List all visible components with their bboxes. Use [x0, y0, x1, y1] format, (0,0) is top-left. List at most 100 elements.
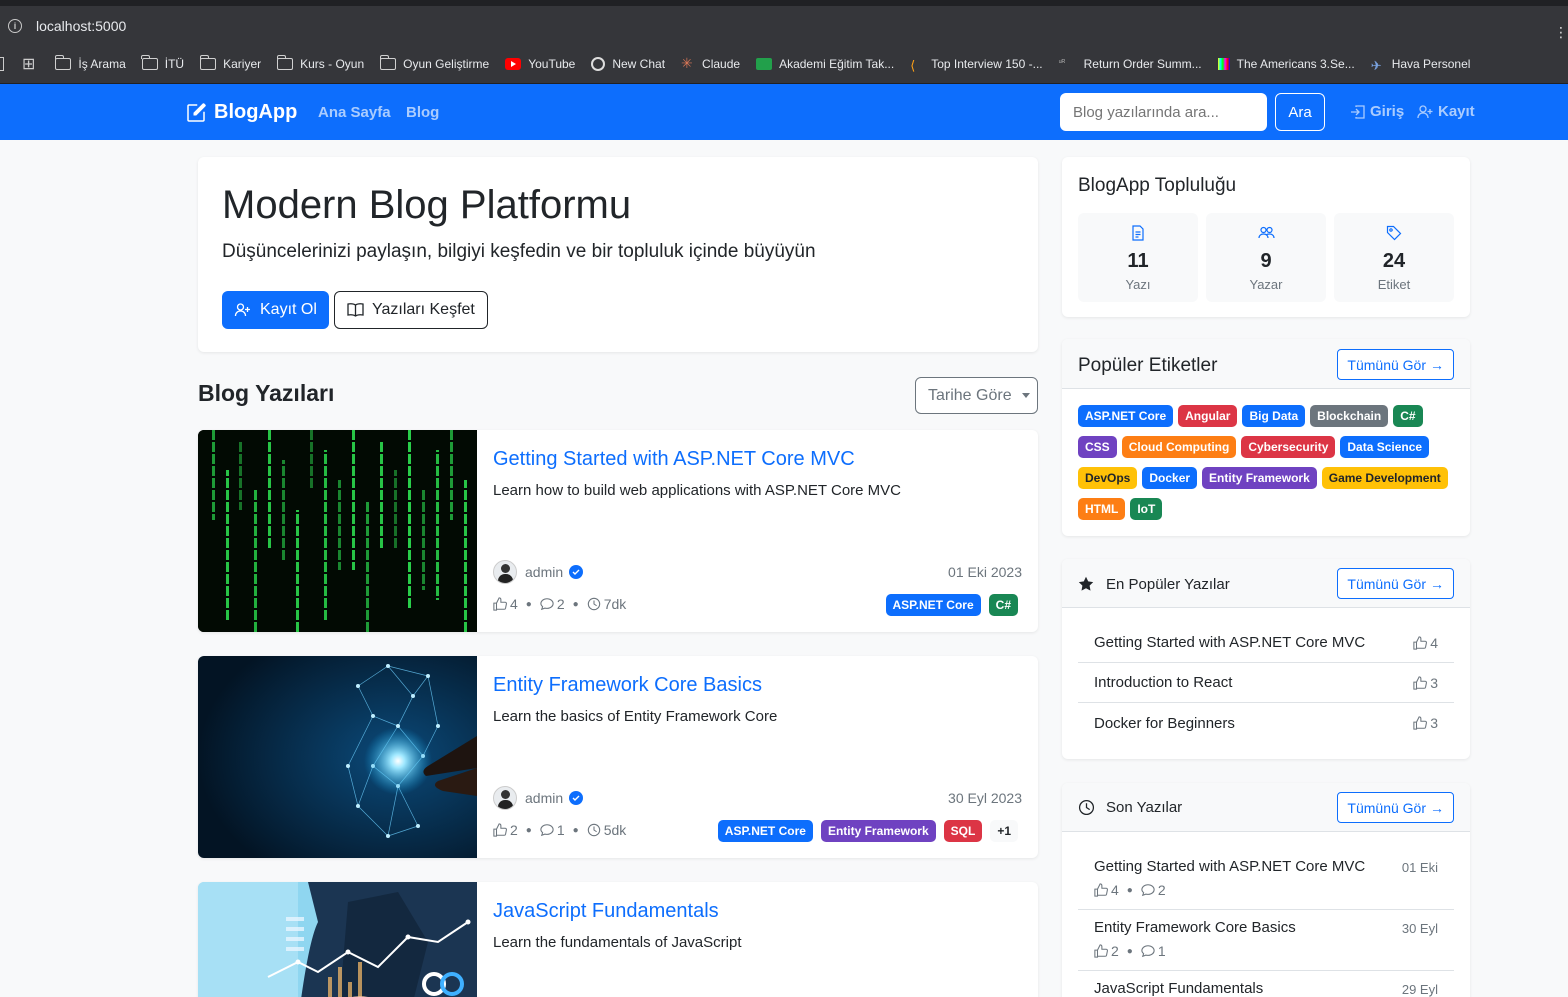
tag-badge[interactable]: C# — [1393, 405, 1423, 427]
likes-count: 4 — [1430, 634, 1438, 651]
brand-logo[interactable]: BlogApp — [186, 101, 297, 124]
tag-badge[interactable]: Big Data — [1242, 405, 1306, 427]
leetcode-icon: ⟨ — [910, 57, 916, 73]
tag-badge[interactable]: Cloud Computing — [1121, 436, 1237, 458]
tag-badge[interactable]: DevOps — [1078, 467, 1138, 489]
bookmark-americans[interactable]: The Americans 3.Se... — [1217, 57, 1355, 71]
tag-badge[interactable]: Docker — [1142, 467, 1198, 489]
recent-post-item[interactable]: JavaScript Fundamentals 29 Eyl — [1078, 980, 1454, 997]
dot-separator: ● — [572, 598, 579, 610]
recent-post-date: 01 Eki — [1401, 860, 1438, 875]
likes-count: 4 — [510, 596, 518, 612]
folder-icon — [54, 54, 72, 70]
post-card[interactable]: Getting Started with ASP.NET Core MVC Le… — [198, 430, 1038, 632]
recent-post-item[interactable]: Entity Framework Core Basics 30 Eyl 2 ● … — [1078, 919, 1454, 971]
login-link[interactable]: Giriş — [1350, 103, 1404, 120]
nav-home[interactable]: Ana Sayfa — [318, 104, 391, 121]
caret-down-icon — [1021, 393, 1030, 398]
browser-menu-icon[interactable]: ⋮ — [1554, 24, 1568, 41]
bookmark-kurs-oyun[interactable]: Kurs - Oyun — [276, 54, 364, 71]
apps-icon[interactable]: ⊞ — [22, 54, 35, 74]
explore-posts-button[interactable]: Yazıları Keşfet — [334, 291, 488, 329]
recent-post-date: 29 Eyl — [1401, 982, 1438, 997]
tag-badge[interactable]: Data Science — [1340, 436, 1430, 458]
see-all-label: Tümünü Gör — [1347, 799, 1426, 816]
see-all-tags-button[interactable]: Tümünü Gör → — [1337, 349, 1454, 380]
more-tags-badge[interactable]: +1 — [990, 820, 1018, 842]
sort-label: Tarihe Göre — [928, 386, 1012, 404]
bookmark-label: Top Interview 150 -... — [931, 56, 1043, 71]
book-icon — [347, 303, 364, 317]
bookmark-oyun-gelistirme[interactable]: Oyun Geliştirme — [379, 54, 489, 71]
people-icon — [1257, 226, 1275, 239]
search-button[interactable]: Ara — [1275, 93, 1325, 131]
bookmark-is-arama[interactable]: İş Arama — [54, 54, 126, 71]
popular-post-item[interactable]: Getting Started with ASP.NET Core MVC 4 — [1078, 623, 1454, 663]
recent-post-title: Entity Framework Core Basics — [1094, 919, 1296, 936]
see-all-popular-button[interactable]: Tümünü Gör → — [1337, 568, 1454, 599]
recent-post-item[interactable]: Getting Started with ASP.NET Core MVC 01… — [1078, 858, 1454, 910]
site-info-icon[interactable]: i — [8, 19, 22, 33]
likes-count: 3 — [1430, 674, 1438, 691]
login-label: Giriş — [1370, 103, 1405, 120]
community-title: BlogApp Topluluğu — [1078, 175, 1237, 196]
tag-badge[interactable]: Game Development — [1321, 467, 1448, 489]
tag-badge[interactable]: Entity Framework — [820, 820, 936, 842]
bookmark-hava-personel[interactable]: ✈ Hava Personel — [1371, 57, 1471, 73]
post-title-link[interactable]: JavaScript Fundamentals — [493, 900, 719, 923]
shop-icon: ᵘᴿ — [1058, 57, 1066, 67]
popular-post-item[interactable]: Docker for Beginners 3 — [1078, 703, 1454, 743]
stat-value: 11 — [1127, 250, 1149, 272]
tag-badge[interactable]: IoT — [1130, 498, 1163, 520]
bookmark-itu[interactable]: İTÜ — [141, 54, 184, 71]
post-author[interactable]: admin — [493, 786, 584, 810]
see-all-label: Tümünü Gör — [1347, 575, 1426, 592]
tag-badge[interactable]: C# — [988, 594, 1018, 616]
likes-count: 2 — [1111, 943, 1119, 959]
post-title-link[interactable]: Getting Started with ASP.NET Core MVC — [493, 448, 855, 471]
login-icon — [1351, 104, 1365, 119]
bookmark-kariyer[interactable]: Kariyer — [199, 54, 262, 71]
bookmark-label: Kariyer — [223, 56, 262, 71]
nav-blog[interactable]: Blog — [406, 104, 439, 121]
see-all-recent-button[interactable]: Tümünü Gör → — [1337, 792, 1454, 823]
bookmark-top-interview[interactable]: ⟨ Top Interview 150 -... — [910, 56, 1043, 73]
post-title-link[interactable]: Entity Framework Core Basics — [493, 674, 762, 697]
post-thumbnail-chart[interactable] — [198, 882, 477, 997]
sort-dropdown[interactable]: Tarihe Göre — [915, 377, 1038, 414]
bookmark-return-order[interactable]: ᵘᴿ Return Order Summ... — [1059, 57, 1202, 71]
tag-badge[interactable]: ASP.NET Core — [1078, 405, 1174, 427]
stat-label: Etiket — [1377, 277, 1411, 292]
post-excerpt: Learn the fundamentals of JavaScript — [493, 934, 742, 951]
bookmark-youtube[interactable]: YouTube — [505, 57, 575, 71]
post-card[interactable]: JavaScript Fundamentals Learn the fundam… — [198, 882, 1038, 997]
popular-post-item[interactable]: Introduction to React 3 — [1078, 663, 1454, 703]
tv-icon — [1217, 57, 1230, 70]
sidebar-icon[interactable] — [0, 56, 4, 71]
tag-badge[interactable]: CSS — [1078, 436, 1117, 458]
bookmark-new-chat[interactable]: New Chat — [591, 56, 665, 71]
post-author[interactable]: admin — [493, 560, 584, 584]
tag-badge[interactable]: Angular — [1178, 405, 1238, 427]
register-link[interactable]: Kayıt — [1417, 103, 1475, 120]
bookmark-claude[interactable]: ✳ Claude — [681, 54, 740, 71]
matrix-code-image — [198, 430, 477, 632]
tag-badge[interactable]: Entity Framework — [1202, 467, 1317, 489]
tag-badge[interactable]: ASP.NET Core — [885, 594, 981, 616]
claude-icon: ✳ — [681, 54, 693, 71]
post-date: 30 Eyl 2023 — [948, 790, 1022, 806]
post-thumbnail-network[interactable] — [198, 656, 477, 858]
post-stats: 4 ● 2 ● 7dk — [493, 596, 626, 612]
stat-value: 24 — [1382, 250, 1406, 272]
search-input[interactable] — [1060, 93, 1267, 131]
post-card[interactable]: Entity Framework Core Basics Learn the b… — [198, 656, 1038, 858]
tag-badge[interactable]: Blockchain — [1310, 405, 1389, 427]
tag-badge[interactable]: Cybersecurity — [1241, 436, 1336, 458]
post-thumbnail-matrix[interactable] — [198, 430, 477, 632]
bookmark-akademi[interactable]: Akademi Eğitim Tak... — [756, 57, 894, 71]
tag-badge[interactable]: ASP.NET Core — [717, 820, 813, 842]
tag-badge[interactable]: HTML — [1078, 498, 1126, 520]
tag-badge[interactable]: SQL — [943, 820, 983, 842]
url-field[interactable]: localhost:5000 — [36, 18, 126, 34]
register-button[interactable]: Kayıt Ol — [222, 291, 329, 329]
